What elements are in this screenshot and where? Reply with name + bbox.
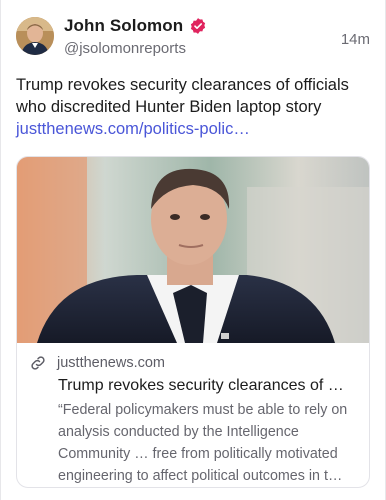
author-name[interactable]: John Solomon xyxy=(64,16,183,36)
description-line: “Federal policymakers must be able to re… xyxy=(58,402,348,418)
verified-badge-icon xyxy=(189,17,207,35)
link-preview-title[interactable]: Trump revokes security clearances of … xyxy=(58,377,360,395)
description-line: analysis conducted by the Intelligence xyxy=(58,424,299,440)
description-line: engineering to affect political outcomes… xyxy=(58,468,343,484)
link-icon xyxy=(29,354,47,372)
link-preview-domain: justthenews.com xyxy=(57,355,165,371)
social-post: John Solomon @jsolomonreports 14m Trump … xyxy=(0,0,386,500)
link-preview-card[interactable]: justthenews.com Trump revokes security c… xyxy=(16,156,370,488)
post-text-line: who discredited Hunter Biden laptop stor… xyxy=(16,98,322,116)
description-line: Community … free from politically motiva… xyxy=(58,446,338,462)
post-timestamp: 14m xyxy=(340,31,370,48)
post-header: John Solomon @jsolomonreports 14m xyxy=(16,14,372,60)
author-handle[interactable]: @jsolomonreports xyxy=(64,40,186,57)
post-border-left xyxy=(0,0,1,500)
post-link[interactable]: justthenews.com/politics-polic… xyxy=(16,118,374,140)
link-preview-meta: justthenews.com Trump revokes security c… xyxy=(29,353,359,487)
avatar[interactable] xyxy=(16,17,54,55)
link-preview-image[interactable] xyxy=(17,157,369,343)
post-text: Trump revokes security clearances of off… xyxy=(16,74,374,140)
link-preview-description: “Federal policymakers must be able to re… xyxy=(58,399,360,487)
post-text-line: Trump revokes security clearances of off… xyxy=(16,76,349,94)
